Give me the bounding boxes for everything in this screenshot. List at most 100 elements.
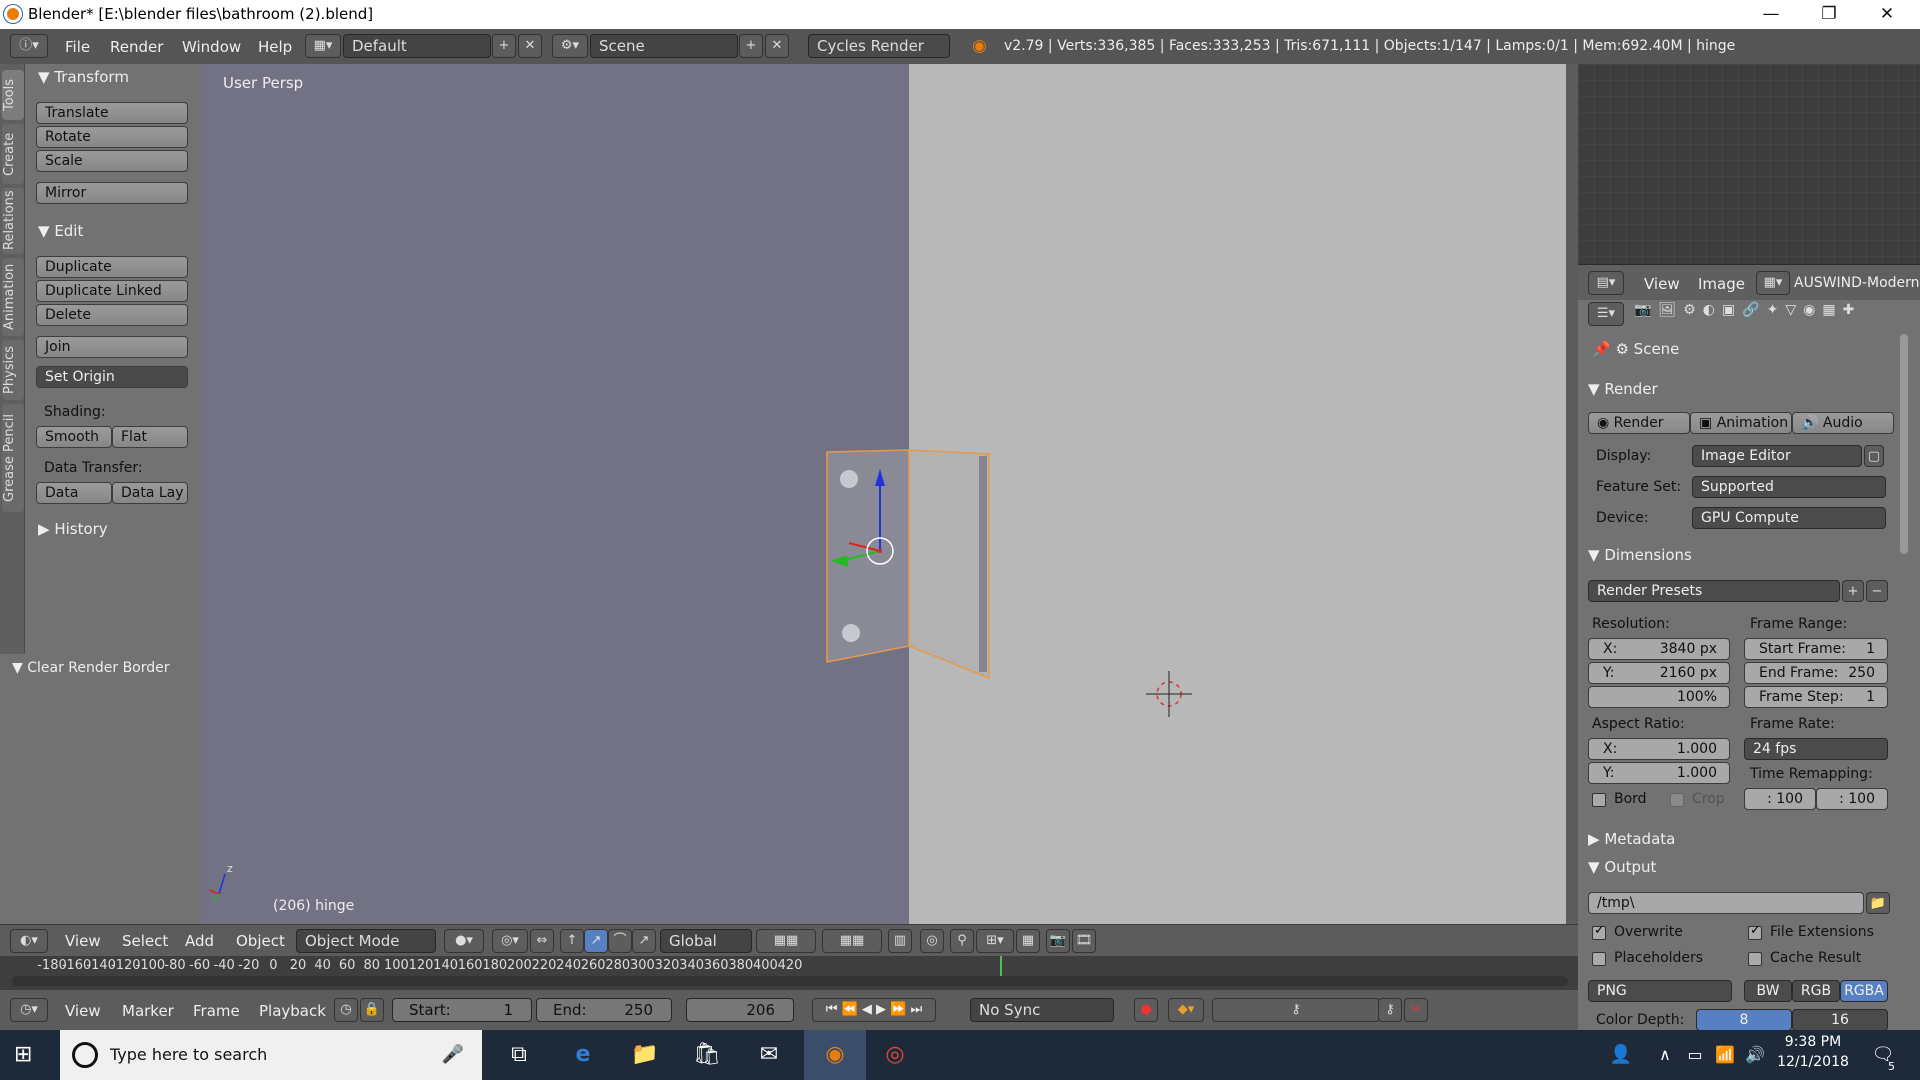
3d-cursor-icon[interactable] (1146, 671, 1192, 717)
snap-icon[interactable]: ⚲ (950, 929, 974, 953)
close-button[interactable]: ✕ (1858, 0, 1916, 29)
flat-button[interactable]: Flat (112, 426, 188, 448)
aspect-y-field[interactable]: Y: 1.000 (1588, 762, 1730, 784)
properties-context-tabs[interactable]: 📷🖼⚙◐▣🔗✦▽◉▦✚ (1634, 302, 1896, 326)
border-checkbox[interactable] (1592, 793, 1606, 807)
file-explorer-icon[interactable]: 📁 (628, 1038, 662, 1072)
marker-menu[interactable]: Marker (122, 1002, 174, 1020)
feature-set-select[interactable]: Supported (1692, 476, 1886, 498)
metadata-panel-header[interactable]: ▶ Metadata (1588, 830, 1675, 848)
smooth-button[interactable]: Smooth (36, 426, 112, 448)
placeholders-checkbox[interactable] (1592, 952, 1606, 966)
data-lay-button[interactable]: Data Lay (112, 482, 188, 504)
output-path-field[interactable]: /tmp\ (1588, 892, 1864, 914)
hinge-object[interactable] (826, 449, 990, 680)
editor-type-3d-icon[interactable]: ◐▾ (10, 929, 48, 953)
history-panel-header[interactable]: ▶ History (38, 520, 108, 538)
image-editor-type-icon[interactable]: ▤▾ (1588, 271, 1624, 295)
remove-layout-icon[interactable]: ✕ (518, 34, 542, 58)
scale-button[interactable]: Scale (36, 150, 188, 172)
orientation-select[interactable]: Global (660, 929, 752, 953)
insert-keyframe-icon[interactable]: ⚷ (1378, 998, 1402, 1022)
render-region-icon[interactable]: ▦ (1016, 929, 1040, 953)
add-layout-icon[interactable]: + (492, 34, 516, 58)
keying-set-icon[interactable]: ◆▾ (1168, 998, 1204, 1022)
edit-panel-header[interactable]: ▼ Edit (38, 222, 83, 240)
playback-controls[interactable]: ⏮ ⏪ ◀ ▶ ⏩ ⏭ (812, 998, 936, 1022)
start-windows-icon[interactable]: ⊞ (14, 1042, 40, 1068)
sync-select[interactable]: No Sync (970, 998, 1114, 1022)
set-origin-dropdown[interactable]: Set Origin (36, 366, 188, 388)
menu-file[interactable]: File (65, 38, 90, 56)
crop-checkbox[interactable] (1670, 793, 1684, 807)
scene-field[interactable]: Scene (590, 34, 738, 58)
menu-help[interactable]: Help (258, 38, 292, 56)
duplicate-button[interactable]: Duplicate (36, 256, 188, 278)
shading-mode-icon[interactable]: ●▾ (444, 929, 484, 953)
dimensions-panel-header[interactable]: ▼ Dimensions (1588, 546, 1692, 564)
delete-keyframe-icon[interactable]: ✂ (1404, 998, 1428, 1022)
playback-menu[interactable]: Playback (259, 1002, 326, 1020)
transform-panel-header[interactable]: ▼ Transform (38, 68, 129, 86)
minimize-button[interactable]: — (1742, 0, 1800, 29)
mode-select[interactable]: Object Mode (296, 929, 436, 953)
render-button[interactable]: ◉ Render (1588, 412, 1690, 434)
timeline-ruler[interactable]: -180 -160 -140 -120 -100 -80 -60 -40 -20 0 20 40 60 8… (0, 956, 1578, 990)
wifi-icon[interactable]: 📶 (1708, 1038, 1742, 1072)
pivot-icon[interactable]: ◎▾ (492, 929, 528, 953)
layout-field[interactable]: Default (343, 34, 491, 58)
render-presets-select[interactable]: Render Presets (1588, 580, 1840, 602)
image-editor-canvas[interactable] (1578, 64, 1920, 264)
layers-group-1[interactable]: ▦▦ (756, 929, 816, 953)
active-keying-set-field[interactable]: ⚷ (1212, 998, 1380, 1022)
operator-panel-header[interactable]: ▼ Clear Render Border (12, 660, 170, 676)
preview-range-icon[interactable]: ◷ (334, 998, 358, 1022)
join-button[interactable]: Join (36, 336, 188, 358)
tab-animation[interactable]: Animation (2, 258, 24, 336)
remap-old-field[interactable]: : 100 (1744, 788, 1816, 810)
image-image-menu[interactable]: Image (1698, 275, 1745, 293)
file-extensions-checkbox[interactable] (1748, 923, 1762, 940)
rotate-manip-icon[interactable]: ↗ (584, 929, 608, 953)
screen-layout-icon[interactable]: ▦▾ (305, 34, 341, 58)
timeline-view-menu[interactable]: View (65, 1002, 101, 1020)
folder-browse-icon[interactable]: 📁 (1866, 892, 1890, 914)
microphone-icon[interactable]: 🎤 (442, 1030, 464, 1080)
tray-chevron-icon[interactable]: ∧ (1648, 1038, 1682, 1072)
rgb-button[interactable]: RGB (1792, 980, 1840, 1002)
add-preset-icon[interactable]: + (1842, 580, 1864, 602)
scale-manip-icon[interactable]: ⌒ (608, 929, 632, 953)
view-menu[interactable]: View (65, 932, 101, 950)
resolution-percent-field[interactable]: 100% (1588, 686, 1730, 708)
mail-icon[interactable]: ✉ (752, 1038, 786, 1072)
display-select[interactable]: Image Editor (1692, 445, 1862, 467)
remove-scene-icon[interactable]: ✕ (765, 34, 789, 58)
aspect-x-field[interactable]: X: 1.000 (1588, 738, 1730, 760)
file-format-select[interactable]: PNG (1588, 980, 1732, 1002)
bw-button[interactable]: BW (1744, 980, 1792, 1002)
render-engine-select[interactable]: Cycles Render (808, 34, 950, 58)
frame-rate-select[interactable]: 24 fps (1744, 738, 1888, 760)
proportional-edit-icon[interactable]: ◎ (920, 929, 944, 953)
frame-step-field[interactable]: Frame Step: 1 (1744, 686, 1888, 708)
tab-physics[interactable]: Physics (2, 340, 24, 400)
opengl-anim-icon[interactable]: 🎞 (1072, 929, 1096, 953)
task-view-icon[interactable]: ⧉ (502, 1038, 536, 1072)
current-frame-input[interactable]: 206 (686, 998, 794, 1022)
mirror-button[interactable]: Mirror (36, 182, 188, 204)
end-frame-field[interactable]: End Frame: 250 (1744, 662, 1888, 684)
properties-type-icon[interactable]: ☰▾ (1588, 302, 1624, 326)
menu-render[interactable]: Render (110, 38, 163, 56)
image-browse-icon[interactable]: ▦▾ (1756, 271, 1790, 295)
depth-8-button[interactable]: 8 (1696, 1009, 1792, 1031)
resolution-y-field[interactable]: Y: 2160 px (1588, 662, 1730, 684)
add-menu[interactable]: Add (185, 932, 214, 950)
chrome-taskbar-icon[interactable]: ◎ (878, 1038, 912, 1072)
manip-extra-icon[interactable]: ↗ (632, 929, 656, 953)
remap-new-field[interactable]: : 100 (1816, 788, 1888, 810)
lock-range-icon[interactable]: 🔒 (360, 998, 384, 1022)
remove-preset-icon[interactable]: − (1866, 580, 1888, 602)
opengl-render-icon[interactable]: 📷 (1046, 929, 1070, 953)
timeline-scrollbar[interactable] (12, 976, 1568, 986)
layer-lock-icon[interactable]: ▥ (888, 929, 912, 953)
